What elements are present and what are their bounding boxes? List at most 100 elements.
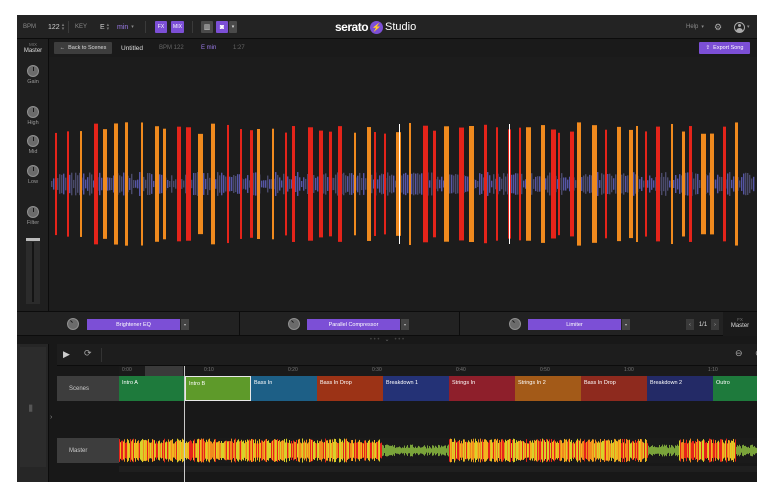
bpm-label: BPM bbox=[23, 24, 37, 30]
panel-resize-handle[interactable]: • • • ⌄ • • • bbox=[17, 336, 757, 344]
divider bbox=[459, 312, 460, 337]
ruler-tick: 0:40 bbox=[456, 367, 466, 373]
bpm-value: 122 bbox=[48, 23, 60, 31]
volume-fader[interactable] bbox=[26, 238, 40, 304]
song-key: E min bbox=[201, 45, 217, 51]
bpm-field[interactable]: 122 ▴ ▾ bbox=[48, 15, 64, 39]
ruler-tick: 1:00 bbox=[624, 367, 634, 373]
arrange-sidebar: ⫼ bbox=[17, 344, 49, 482]
avatar-icon bbox=[734, 21, 745, 33]
key-label: KEY bbox=[75, 24, 88, 30]
fx-2-knob[interactable] bbox=[288, 318, 300, 330]
user-menu[interactable]: ▾ bbox=[734, 15, 750, 39]
arrow-left-icon: ← bbox=[59, 45, 66, 51]
bolt-icon: ⚡ bbox=[370, 20, 384, 34]
fx-rack: Brightener EQ ▾ Parallel Compressor ▾ Li… bbox=[17, 311, 757, 337]
fx-view-button[interactable]: FX bbox=[155, 21, 167, 33]
zoom-in-icon[interactable]: ⊕ bbox=[755, 348, 757, 359]
filter-label: Filter bbox=[26, 220, 40, 226]
arrange-scrollbar[interactable] bbox=[119, 466, 757, 472]
export-label: Export Song bbox=[713, 45, 744, 51]
arrange-view: ⫼ › ▶ ⟳ ⊖ ⊕ 0:00 0:10 0:20 0:30 0:40 0:5… bbox=[17, 344, 757, 482]
export-icon: ⇪ bbox=[705, 45, 711, 51]
timeline-ruler[interactable]: 0:00 0:10 0:20 0:30 0:40 0:50 1:00 1:10 bbox=[119, 366, 757, 376]
ruler-tick: 0:20 bbox=[288, 367, 298, 373]
scene-block-selected[interactable]: Intro B bbox=[185, 376, 251, 401]
divider bbox=[145, 21, 146, 33]
high-label: High bbox=[27, 120, 39, 126]
chevron-down-icon: ▾ bbox=[701, 24, 704, 30]
song-waveform[interactable] bbox=[49, 57, 757, 311]
waveform-svg bbox=[51, 122, 755, 246]
bpm-stepper-icon[interactable]: ▴ ▾ bbox=[62, 23, 65, 32]
gain-label: Gain bbox=[27, 79, 39, 85]
mid-eq-knob[interactable] bbox=[27, 135, 39, 147]
fx-1-knob[interactable] bbox=[67, 318, 79, 330]
export-song-button[interactable]: ⇪ Export Song bbox=[699, 42, 750, 54]
ruler-tick: 0:00 bbox=[122, 367, 132, 373]
fx-3-knob[interactable] bbox=[509, 318, 521, 330]
mix-view-button[interactable]: MIX bbox=[171, 21, 184, 33]
gain-knob[interactable] bbox=[27, 65, 39, 77]
filter-knob[interactable] bbox=[27, 206, 39, 218]
gear-icon[interactable]: ⚙ bbox=[714, 15, 722, 39]
low-label: Low bbox=[27, 179, 39, 185]
scene-block[interactable]: Strings In 2 bbox=[515, 376, 581, 401]
master-fx-tab[interactable]: FX Master bbox=[723, 312, 757, 337]
playhead[interactable] bbox=[184, 366, 185, 482]
back-to-scenes-button[interactable]: ← Back to Scenes bbox=[54, 42, 112, 54]
fx-3-name[interactable]: Limiter bbox=[528, 319, 621, 330]
mid-label: Mid bbox=[28, 149, 38, 155]
master-track[interactable] bbox=[119, 438, 757, 463]
play-icon[interactable]: ▶ bbox=[63, 349, 70, 360]
ruler-tick: 0:30 bbox=[372, 367, 382, 373]
scene-block[interactable]: Breakdown 2 bbox=[647, 376, 713, 401]
song-length: 1:27 bbox=[233, 45, 245, 51]
chevron-down-icon[interactable]: ▾ bbox=[622, 319, 630, 330]
ruler-tick: 1:10 bbox=[708, 367, 718, 373]
logo-word: serato bbox=[335, 20, 369, 34]
song-bpm: BPM 122 bbox=[159, 45, 184, 51]
zoom-out-icon[interactable]: ⊖ bbox=[735, 348, 743, 359]
drum-machine-icon[interactable]: ◙ bbox=[216, 21, 228, 33]
chevron-down-icon[interactable]: ▾ bbox=[181, 319, 189, 330]
scene-block[interactable]: Outro bbox=[713, 376, 757, 401]
divider bbox=[68, 21, 69, 33]
scene-block[interactable]: Bass In Drop bbox=[317, 376, 383, 401]
chevron-right-icon[interactable]: › bbox=[50, 414, 52, 421]
help-menu[interactable]: Help ▾ bbox=[686, 15, 704, 39]
scene-block[interactable]: Breakdown 1 bbox=[383, 376, 449, 401]
scene-block[interactable]: Bass In bbox=[251, 376, 317, 401]
key-field[interactable]: E ▴ ▾ bbox=[100, 15, 109, 39]
loop-icon[interactable]: ⟳ bbox=[84, 348, 92, 359]
chevron-down-icon[interactable]: ▾ bbox=[229, 21, 237, 33]
key-mode-value: min bbox=[117, 23, 129, 31]
fx-2-name[interactable]: Parallel Compressor bbox=[307, 319, 400, 330]
scene-block[interactable]: Intro A bbox=[119, 376, 185, 401]
key-stepper-icon[interactable]: ▴ ▾ bbox=[107, 23, 110, 32]
chevron-down-icon: ▾ bbox=[131, 24, 134, 30]
scene-block[interactable]: Strings In bbox=[449, 376, 515, 401]
master-track-label: Master bbox=[57, 438, 119, 463]
low-eq-knob[interactable] bbox=[27, 165, 39, 177]
divider bbox=[101, 348, 102, 362]
arrange-toolbar: ▶ ⟳ ⊖ ⊕ bbox=[57, 344, 757, 366]
fx-page-prev-button[interactable]: ‹ bbox=[686, 319, 694, 330]
high-eq-knob[interactable] bbox=[27, 106, 39, 118]
ruler-tick: 0:10 bbox=[204, 367, 214, 373]
fader-handle[interactable] bbox=[26, 238, 40, 241]
fx-1-name[interactable]: Brightener EQ bbox=[87, 319, 180, 330]
master-waveform-svg bbox=[119, 438, 757, 463]
scene-block[interactable]: Bass In Drop bbox=[581, 376, 647, 401]
song-title[interactable]: Untitled bbox=[121, 39, 143, 57]
scenes-track-label: Scenes bbox=[57, 376, 119, 401]
chevron-down-icon: ▾ bbox=[747, 24, 750, 30]
key-mode-select[interactable]: min ▾ bbox=[117, 15, 134, 39]
playback-region[interactable] bbox=[145, 366, 183, 376]
library-icon[interactable]: ▥ bbox=[201, 21, 213, 33]
fx-page-next-button[interactable]: › bbox=[711, 319, 719, 330]
serato-studio-window: BPM 122 ▴ ▾ KEY E ▴ ▾ min ▾ FX MIX ▥ ◙ ▾ s… bbox=[17, 15, 757, 482]
chevron-down-icon[interactable]: ▾ bbox=[401, 319, 409, 330]
mix-label: MIX bbox=[28, 42, 37, 47]
library-icon[interactable]: ⫼ bbox=[29, 404, 33, 414]
